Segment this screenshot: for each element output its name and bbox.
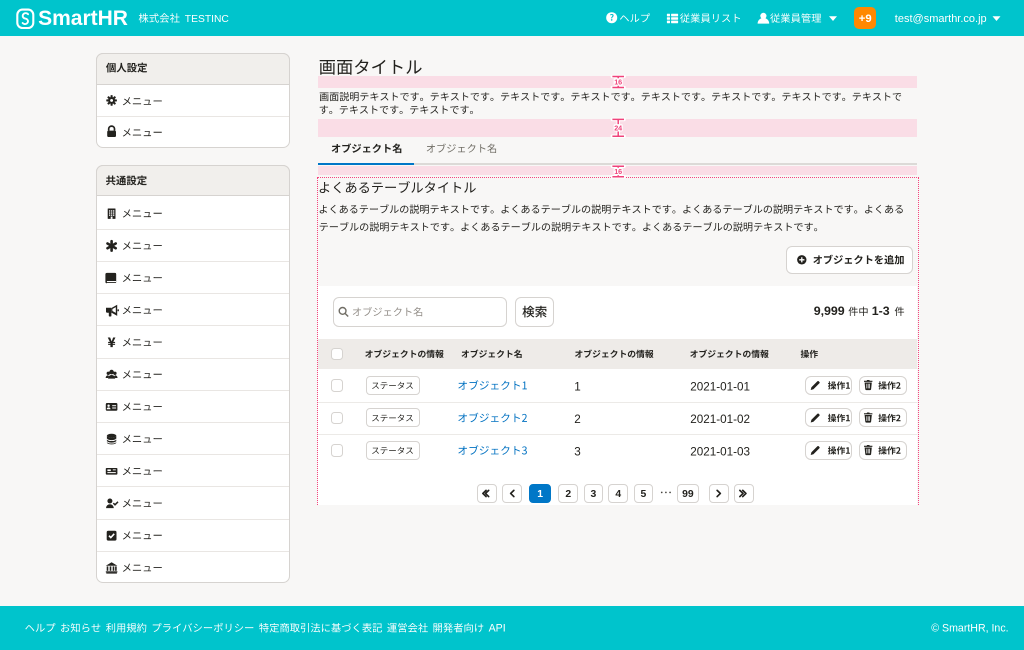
svg-text:3: 3 — [574, 445, 581, 458]
svg-text:5: 5 — [640, 489, 646, 500]
svg-text:2: 2 — [574, 413, 581, 426]
svg-text:9,999: 9,999 — [814, 304, 845, 318]
svg-text:2: 2 — [565, 489, 571, 500]
svg-text:16: 16 — [614, 78, 622, 87]
svg-text:© SmartHR, Inc.: © SmartHR, Inc. — [931, 622, 1008, 634]
svg-text:1: 1 — [574, 380, 581, 393]
svg-text:test@smarthr.co.jp: test@smarthr.co.jp — [895, 13, 987, 25]
svg-text:4: 4 — [615, 489, 621, 500]
svg-text:2021-01-01: 2021-01-01 — [690, 380, 750, 393]
svg-text:3: 3 — [590, 489, 596, 500]
svg-text:SmartHR: SmartHR — [38, 7, 128, 30]
svg-text:2021-01-03: 2021-01-03 — [690, 445, 750, 458]
svg-text:2021-01-02: 2021-01-02 — [690, 413, 750, 426]
svg-text:+9: +9 — [859, 13, 872, 25]
svg-text:1-3: 1-3 — [872, 304, 890, 318]
svg-text:16: 16 — [614, 167, 622, 176]
svg-text:TESTINC: TESTINC — [185, 14, 230, 25]
svg-text:24: 24 — [614, 123, 622, 132]
svg-text:API: API — [489, 623, 506, 635]
svg-text:99: 99 — [682, 489, 694, 500]
svg-text:1: 1 — [537, 489, 543, 500]
